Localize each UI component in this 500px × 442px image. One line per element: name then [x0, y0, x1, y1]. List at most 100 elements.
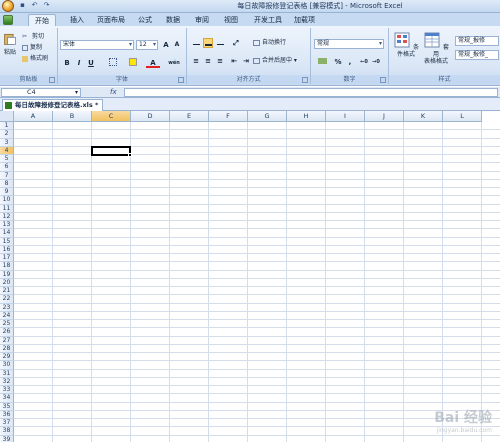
- row-header-24[interactable]: 24: [0, 311, 14, 320]
- row-header-29[interactable]: 29: [0, 353, 14, 362]
- decrease-decimal-button[interactable]: →0: [371, 57, 381, 67]
- tab-view[interactable]: 视图: [218, 14, 244, 26]
- row-header-6[interactable]: 6: [0, 163, 14, 172]
- insert-function-button[interactable]: fx: [110, 88, 117, 96]
- tab-page-layout[interactable]: 页面布局: [91, 14, 131, 26]
- cell-style-2[interactable]: 常规_报修_: [455, 50, 499, 60]
- row-header-16[interactable]: 16: [0, 245, 14, 254]
- tab-addins[interactable]: 加载项: [288, 14, 321, 26]
- merge-center-button[interactable]: 合并后居中 ▾: [253, 57, 297, 65]
- align-right-button[interactable]: ≡: [215, 56, 225, 66]
- shrink-font-button[interactable]: A: [172, 40, 182, 50]
- tab-data[interactable]: 数据: [160, 14, 186, 26]
- row-header-15[interactable]: 15: [0, 237, 14, 246]
- row-header-20[interactable]: 20: [0, 278, 14, 287]
- comma-button[interactable]: ,: [345, 57, 355, 67]
- align-top-button[interactable]: [191, 38, 201, 48]
- tab-home[interactable]: 开始: [28, 14, 56, 26]
- column-header-h[interactable]: H: [287, 111, 326, 122]
- formula-input[interactable]: [124, 88, 498, 97]
- row-header-13[interactable]: 13: [0, 221, 14, 230]
- align-left-button[interactable]: ≡: [191, 56, 201, 66]
- fill-color-button[interactable]: [126, 58, 140, 68]
- cell-style-1[interactable]: 常规_报修: [455, 36, 499, 46]
- column-header-g[interactable]: G: [248, 111, 287, 122]
- row-header-25[interactable]: 25: [0, 320, 14, 329]
- row-header-34[interactable]: 34: [0, 394, 14, 403]
- column-header-e[interactable]: E: [170, 111, 209, 122]
- column-header-b[interactable]: B: [53, 111, 92, 122]
- border-button[interactable]: [106, 58, 120, 68]
- orientation-button[interactable]: ⤢: [229, 38, 243, 48]
- number-launcher[interactable]: [380, 77, 386, 83]
- tab-insert[interactable]: 插入: [64, 14, 90, 26]
- phonetic-button[interactable]: wén: [166, 58, 182, 68]
- row-header-26[interactable]: 26: [0, 328, 14, 337]
- row-header-30[interactable]: 30: [0, 361, 14, 370]
- tab-formulas[interactable]: 公式: [132, 14, 158, 26]
- bold-button[interactable]: B: [62, 58, 72, 68]
- select-all-corner[interactable]: [0, 111, 14, 122]
- currency-button[interactable]: [315, 57, 329, 67]
- row-header-37[interactable]: 37: [0, 419, 14, 428]
- row-header-33[interactable]: 33: [0, 386, 14, 395]
- column-header-i[interactable]: I: [326, 111, 365, 122]
- column-header-c[interactable]: C: [92, 111, 131, 122]
- font-size-select[interactable]: 12 ▾: [136, 40, 158, 50]
- align-center-button[interactable]: ≡: [203, 56, 213, 66]
- row-header-21[interactable]: 21: [0, 287, 14, 296]
- row-header-11[interactable]: 11: [0, 204, 14, 213]
- column-header-f[interactable]: F: [209, 111, 248, 122]
- row-header-8[interactable]: 8: [0, 179, 14, 188]
- alignment-launcher[interactable]: [302, 77, 308, 83]
- row-header-19[interactable]: 19: [0, 270, 14, 279]
- workbook-tab[interactable]: 每日故障报修登记表格.xls *: [2, 99, 104, 111]
- paste-button[interactable]: 粘贴: [2, 32, 18, 56]
- format-painter-button[interactable]: 格式刷: [22, 55, 48, 63]
- row-header-39[interactable]: 39: [0, 435, 14, 442]
- grow-font-button[interactable]: A: [161, 40, 171, 50]
- conditional-formatting-button[interactable]: 条件格式: [391, 32, 421, 58]
- decrease-indent-button[interactable]: ⇤: [229, 56, 239, 66]
- font-color-button[interactable]: A: [146, 58, 160, 68]
- column-header-k[interactable]: K: [404, 111, 443, 122]
- row-header-22[interactable]: 22: [0, 295, 14, 304]
- row-header-4[interactable]: 4: [0, 146, 14, 155]
- column-header-l[interactable]: L: [443, 111, 482, 122]
- align-middle-button[interactable]: [203, 38, 213, 48]
- row-header-31[interactable]: 31: [0, 369, 14, 378]
- row-header-32[interactable]: 32: [0, 377, 14, 386]
- wrap-text-button[interactable]: 自动换行: [253, 39, 286, 47]
- font-launcher[interactable]: [178, 77, 184, 83]
- active-cell-c4[interactable]: [91, 145, 132, 157]
- row-header-1[interactable]: 1: [0, 122, 14, 131]
- row-header-17[interactable]: 17: [0, 254, 14, 263]
- row-header-3[interactable]: 3: [0, 138, 14, 147]
- column-header-j[interactable]: J: [365, 111, 404, 122]
- row-header-12[interactable]: 12: [0, 212, 14, 221]
- row-header-28[interactable]: 28: [0, 344, 14, 353]
- percent-button[interactable]: %: [333, 57, 343, 67]
- name-box[interactable]: C4 ▾: [1, 88, 81, 97]
- row-header-7[interactable]: 7: [0, 171, 14, 180]
- row-header-2[interactable]: 2: [0, 130, 14, 139]
- tab-review[interactable]: 审阅: [189, 14, 215, 26]
- underline-button[interactable]: U: [86, 58, 96, 68]
- align-bottom-button[interactable]: [215, 38, 225, 48]
- column-header-a[interactable]: A: [14, 111, 53, 122]
- row-header-38[interactable]: 38: [0, 427, 14, 436]
- increase-indent-button[interactable]: ⇥: [241, 56, 251, 66]
- number-format-select[interactable]: 常规 ▾: [314, 39, 384, 49]
- format-as-table-button[interactable]: 套用 表格格式: [421, 32, 451, 65]
- row-header-9[interactable]: 9: [0, 188, 14, 197]
- cut-button[interactable]: ✂ 剪切: [22, 33, 44, 41]
- row-header-27[interactable]: 27: [0, 336, 14, 345]
- font-name-select[interactable]: 宋体 ▾: [60, 40, 134, 50]
- row-header-14[interactable]: 14: [0, 229, 14, 238]
- row-header-18[interactable]: 18: [0, 262, 14, 271]
- copy-button[interactable]: 复制: [22, 44, 42, 52]
- row-header-10[interactable]: 10: [0, 196, 14, 205]
- tab-developer[interactable]: 开发工具: [248, 14, 288, 26]
- increase-decimal-button[interactable]: ←0: [359, 57, 369, 67]
- row-header-36[interactable]: 36: [0, 410, 14, 419]
